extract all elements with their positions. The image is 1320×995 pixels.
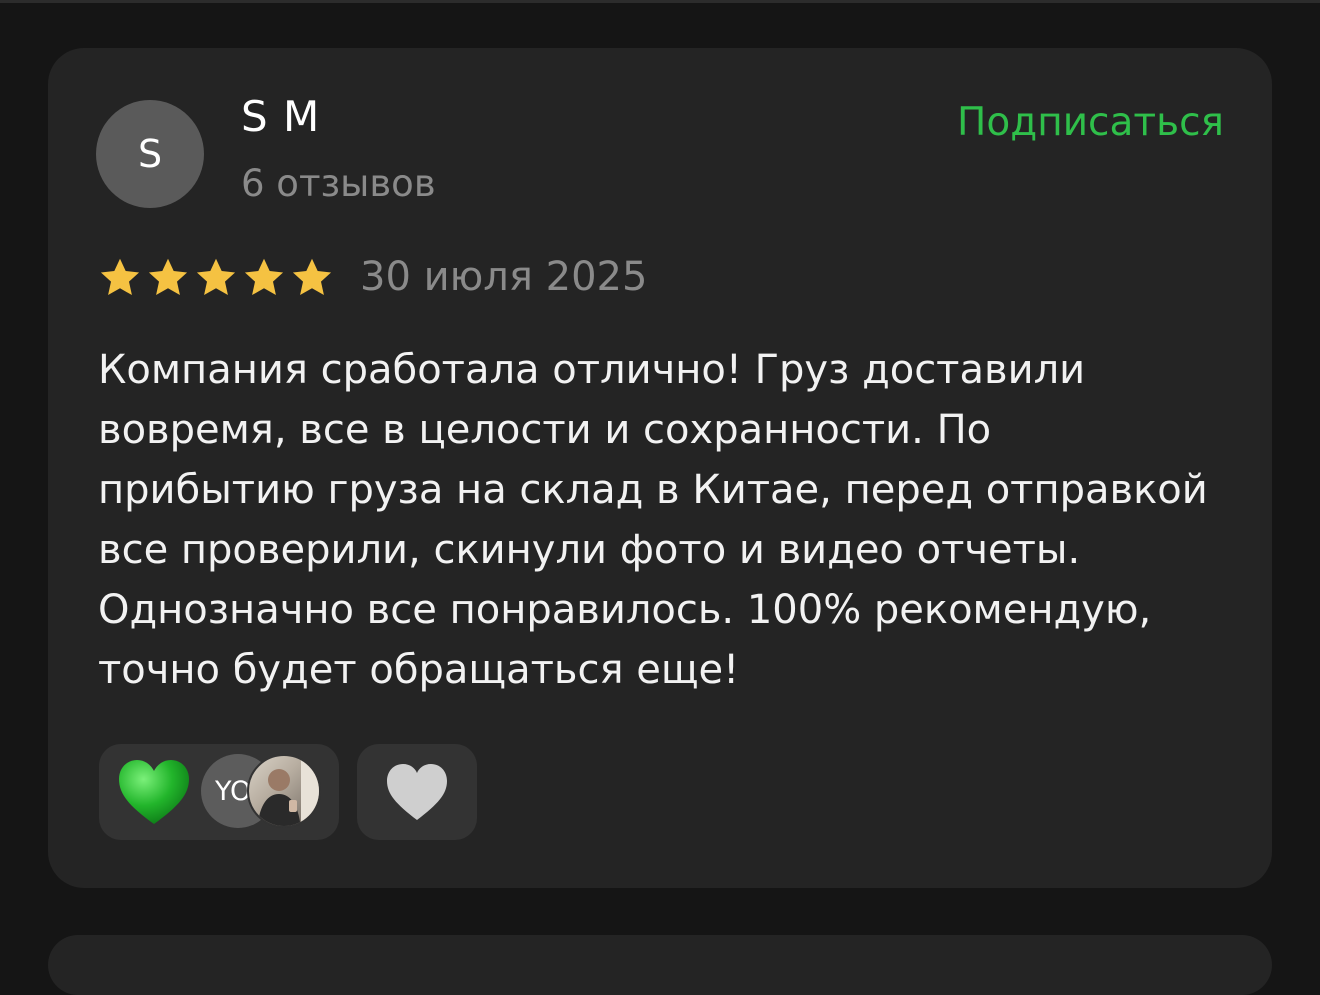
next-review-card <box>48 935 1272 995</box>
star-icon <box>292 258 332 296</box>
review-text: Компания сработала отлично! Груз достави… <box>98 347 1208 693</box>
subscribe-button[interactable]: Подписаться <box>957 100 1224 145</box>
avatar[interactable]: S <box>96 100 204 208</box>
star-icon <box>148 258 188 296</box>
avatar-initial: S <box>137 132 163 176</box>
like-button[interactable] <box>357 744 477 840</box>
reactions-button[interactable]: YO <box>99 744 339 840</box>
top-divider <box>0 0 1320 3</box>
green-heart-icon <box>119 760 189 824</box>
star-icon <box>244 258 284 296</box>
heart-icon <box>387 764 447 820</box>
author-name[interactable]: S M <box>241 92 320 141</box>
star-icon <box>196 258 236 296</box>
review-card: S S M 6 отзывов Подписаться 30 июля 2025… <box>48 48 1272 888</box>
author-review-count: 6 отзывов <box>241 162 436 205</box>
star-icon <box>100 258 140 296</box>
reactor-avatar-photo <box>247 754 321 828</box>
user-photo-icon <box>257 756 319 826</box>
review-date: 30 июля 2025 <box>360 254 648 300</box>
rating-stars <box>98 256 334 300</box>
